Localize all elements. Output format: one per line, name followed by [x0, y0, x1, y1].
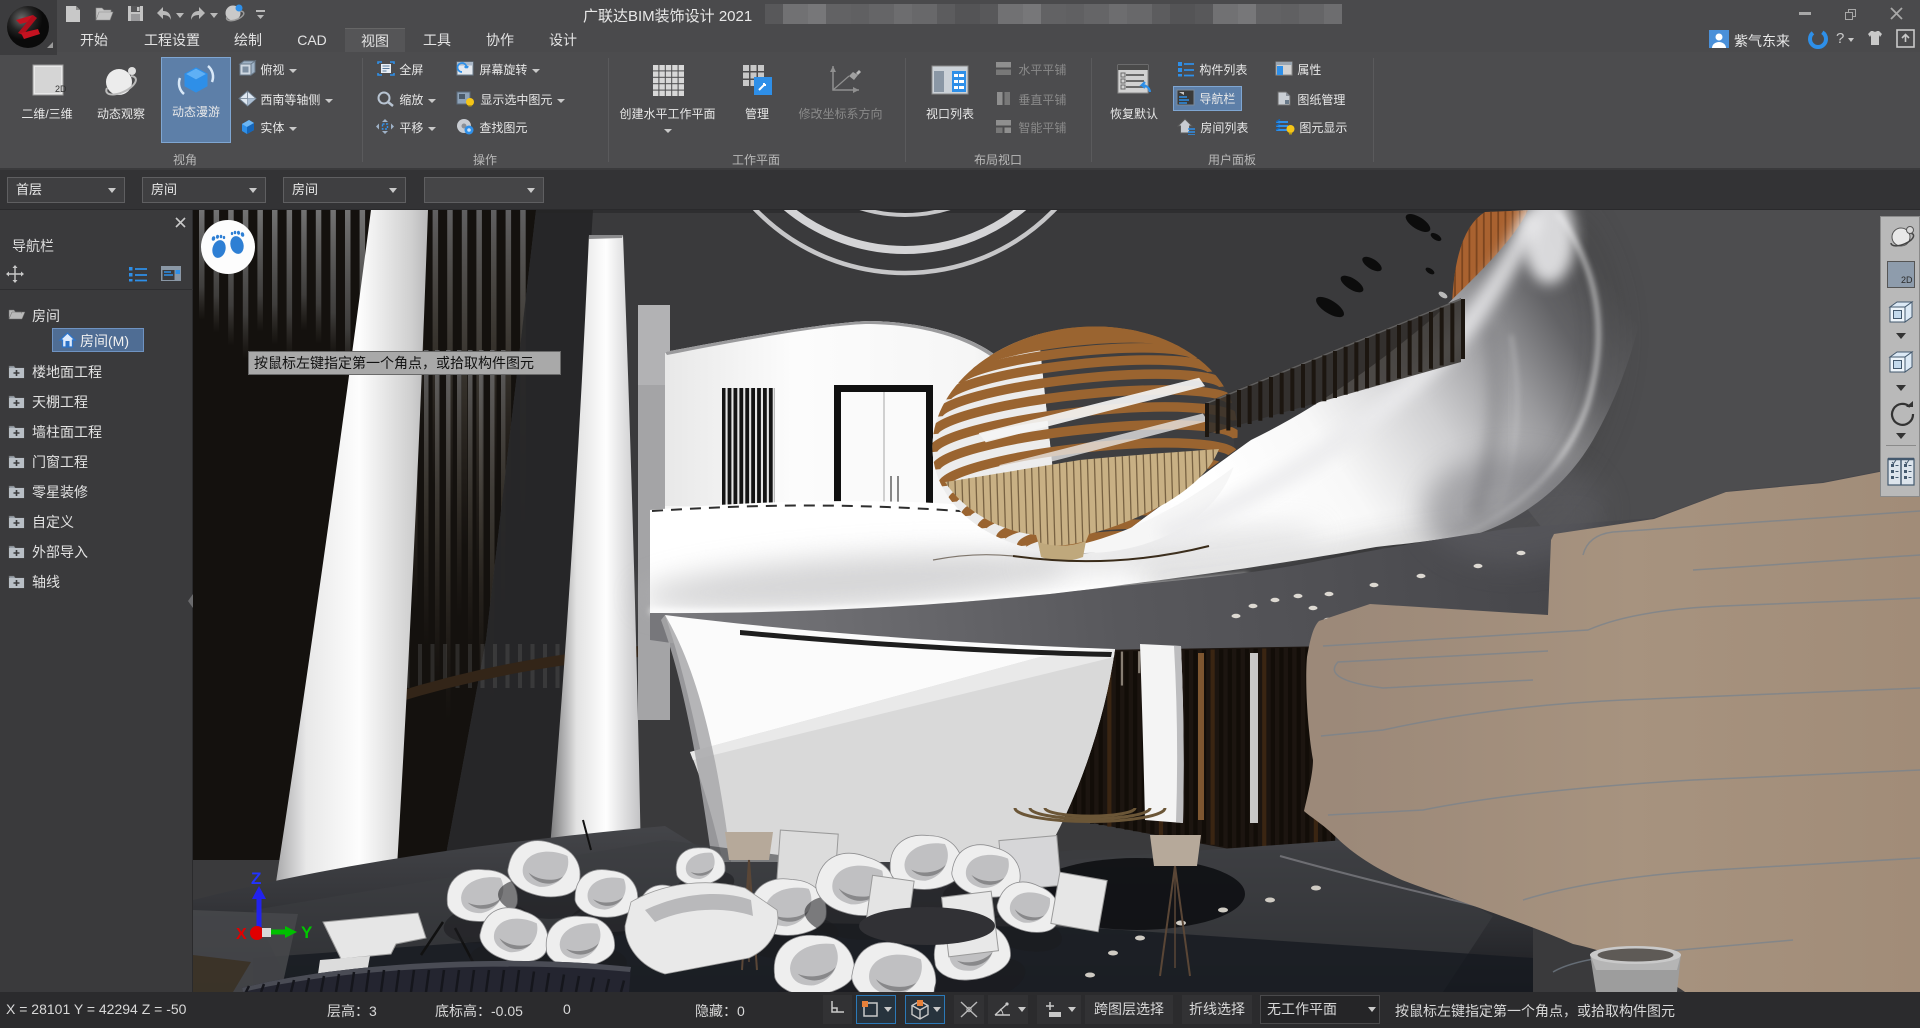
svg-text:2D: 2D: [55, 84, 67, 94]
svg-text:Y: Y: [301, 923, 313, 942]
svg-text:Z: Z: [251, 869, 261, 888]
svg-text:X: X: [236, 926, 247, 943]
